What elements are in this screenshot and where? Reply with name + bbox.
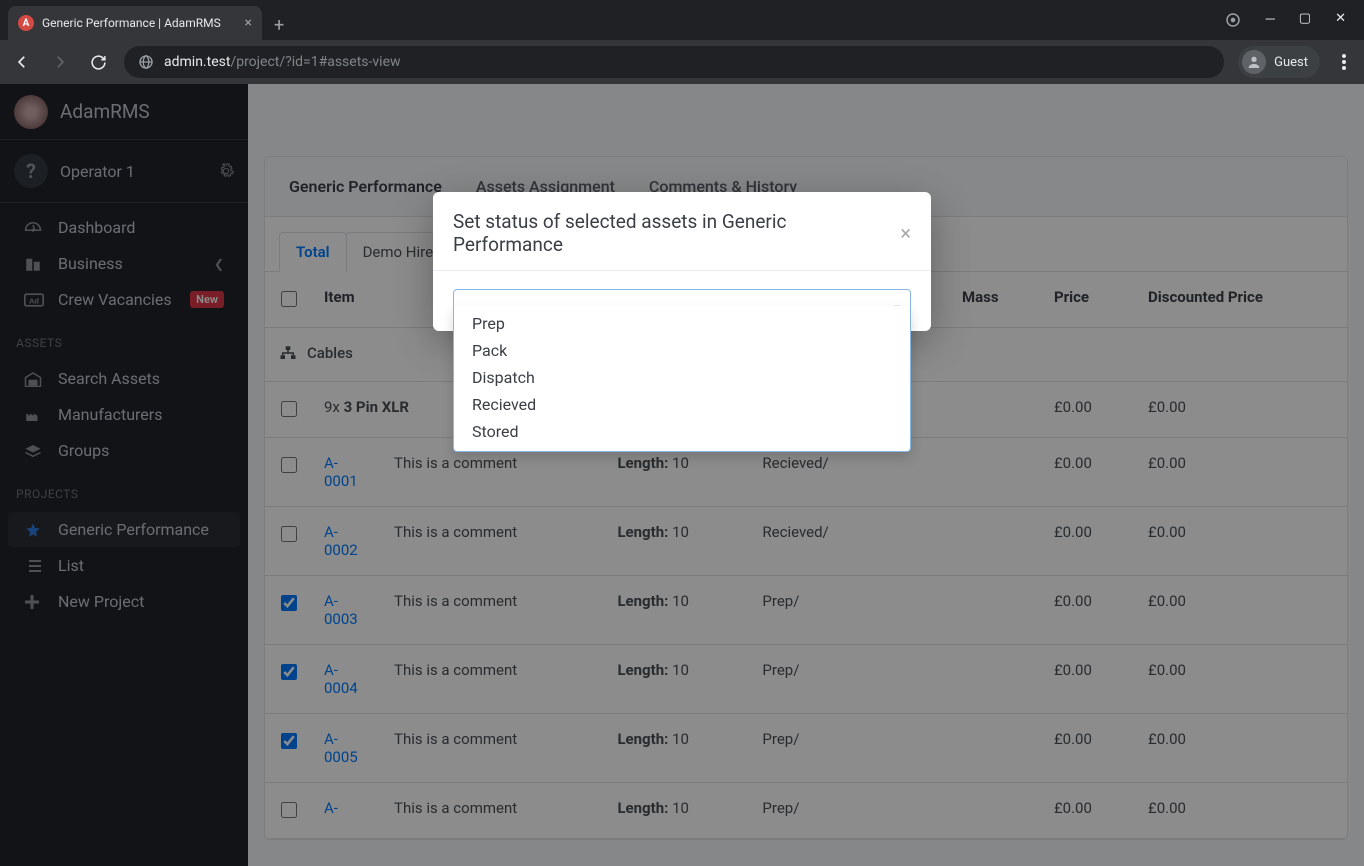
tab-close-icon[interactable]: × xyxy=(245,15,252,31)
browser-address-bar: admin.test/project/?id=1#assets-view Gue… xyxy=(0,40,1364,84)
browser-tab[interactable]: A Generic Performance | AdamRMS × xyxy=(8,6,262,40)
status-option-pack[interactable]: Pack xyxy=(454,337,910,364)
browser-menu-button[interactable] xyxy=(1334,54,1354,70)
url-field[interactable]: admin.test/project/?id=1#assets-view xyxy=(124,46,1224,78)
status-modal: Set status of selected assets in Generic… xyxy=(433,192,931,331)
profile-label: Guest xyxy=(1274,55,1308,70)
maximize-button[interactable]: ▢ xyxy=(1299,11,1311,29)
reload-button[interactable] xyxy=(86,54,110,71)
modal-title: Set status of selected assets in Generic… xyxy=(453,210,900,256)
close-window-button[interactable]: ✕ xyxy=(1335,11,1346,29)
site-info-icon[interactable] xyxy=(138,54,154,70)
profile-badge[interactable]: Guest xyxy=(1238,46,1320,78)
app-root: AdamRMS ? Operator 1 DashboardBusiness❮A… xyxy=(0,84,1364,866)
status-option-prep[interactable]: Prep xyxy=(454,310,910,337)
browser-titlebar: A Generic Performance | AdamRMS × + ─ ▢ … xyxy=(0,0,1364,40)
incognito-icon xyxy=(1224,11,1242,29)
status-dropdown: PrepPackDispatchRecievedStored xyxy=(453,306,911,452)
favicon-icon: A xyxy=(18,15,34,31)
tab-title: Generic Performance | AdamRMS xyxy=(42,16,221,30)
forward-button[interactable] xyxy=(48,53,72,71)
url-path: /project/?id=1#assets-view xyxy=(230,54,400,70)
url-host: admin.test xyxy=(164,54,230,70)
status-option-dispatch[interactable]: Dispatch xyxy=(454,364,910,391)
modal-close-button[interactable]: × xyxy=(900,223,911,243)
new-tab-button[interactable]: + xyxy=(274,15,284,36)
minimize-button[interactable]: ─ xyxy=(1266,11,1275,29)
status-option-stored[interactable]: Stored xyxy=(454,418,910,445)
window-controls: ─ ▢ ✕ xyxy=(1224,11,1364,29)
status-option-recieved[interactable]: Recieved xyxy=(454,391,910,418)
avatar-icon xyxy=(1242,50,1266,74)
browser-chrome: A Generic Performance | AdamRMS × + ─ ▢ … xyxy=(0,0,1364,84)
back-button[interactable] xyxy=(10,53,34,71)
